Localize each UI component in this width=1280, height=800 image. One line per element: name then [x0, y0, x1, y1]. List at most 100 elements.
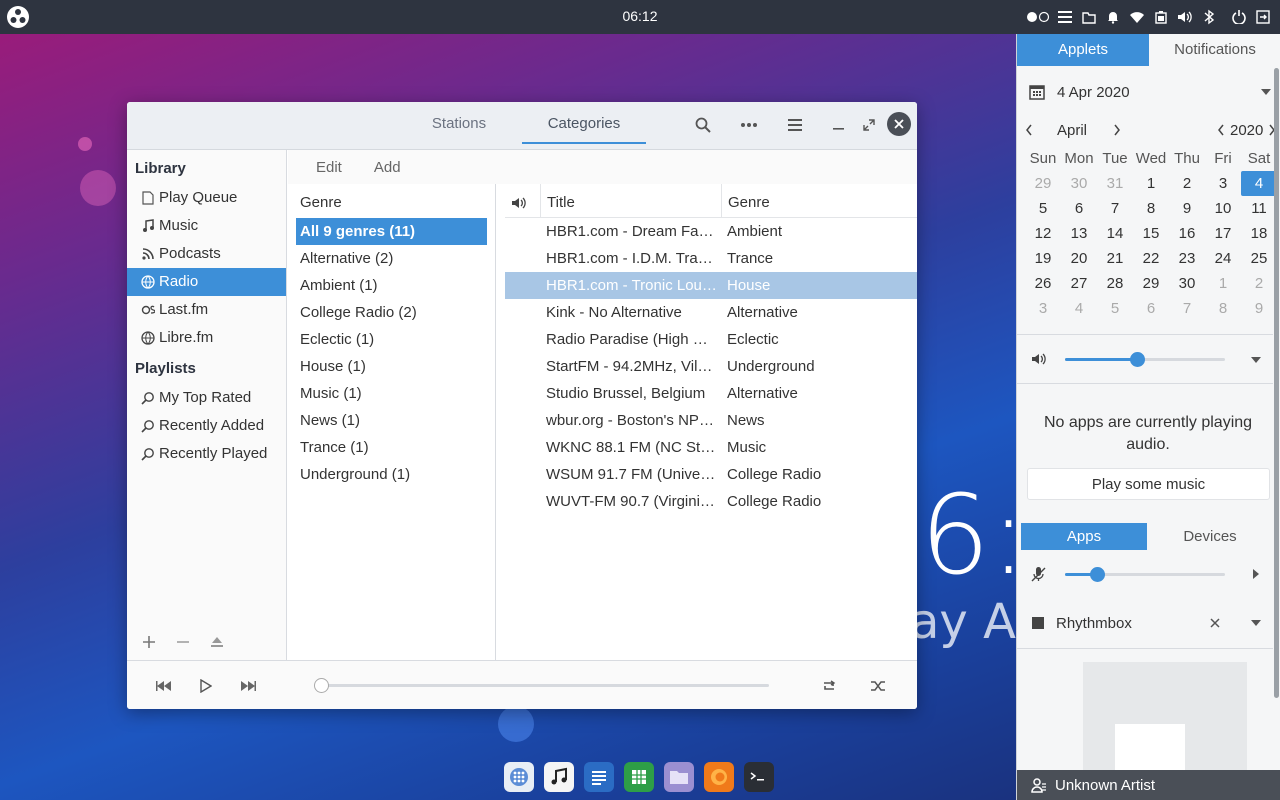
calendar-day[interactable]: 11: [1241, 196, 1277, 221]
sidebar-item-music[interactable]: Music: [127, 212, 286, 240]
tab-devices[interactable]: Devices: [1147, 523, 1273, 550]
terminal-icon[interactable]: [744, 762, 774, 792]
station-row[interactable]: Kink - No Alternative Alternative: [505, 299, 917, 326]
calendar-day[interactable]: 19: [1025, 246, 1061, 271]
genre-item[interactable]: Music (1): [296, 380, 487, 407]
files-icon[interactable]: [664, 762, 694, 792]
chevron-down-icon[interactable]: [1251, 357, 1261, 363]
calendar-day[interactable]: 5: [1097, 296, 1133, 321]
calendar-day[interactable]: 24: [1205, 246, 1241, 271]
panel-scrollbar[interactable]: [1274, 68, 1279, 698]
next-month-icon[interactable]: [1113, 124, 1121, 136]
station-row[interactable]: wbur.org - Boston's NPR News News: [505, 407, 917, 434]
microphone-muted-icon[interactable]: [1031, 566, 1047, 582]
calendar-day[interactable]: 14: [1097, 221, 1133, 246]
calendar-day[interactable]: 8: [1133, 196, 1169, 221]
calendar-day[interactable]: 5: [1025, 196, 1061, 221]
repeat-icon[interactable]: [819, 676, 839, 696]
chevron-down-icon[interactable]: [1261, 89, 1271, 95]
calendar-day[interactable]: 13: [1061, 221, 1097, 246]
calendar-day[interactable]: 23: [1169, 246, 1205, 271]
menu-logo-icon[interactable]: [6, 5, 30, 29]
date-row[interactable]: 4 Apr 2020: [1017, 72, 1273, 112]
station-row[interactable]: HBR1.com - Dream Factory Ambient: [505, 218, 917, 245]
station-row[interactable]: Studio Brussel, Belgium Alternative: [505, 380, 917, 407]
menu-lines-icon[interactable]: [1056, 8, 1074, 26]
calendar-day[interactable]: 29: [1025, 171, 1061, 196]
calendar-day[interactable]: 3: [1025, 296, 1061, 321]
calendar-day[interactable]: 10: [1205, 196, 1241, 221]
station-row[interactable]: HBR1.com - Tronic Lounge House: [505, 272, 917, 299]
stop-icon[interactable]: [1032, 617, 1044, 629]
workspace-indicator-icon[interactable]: [1026, 8, 1050, 26]
calendar-day[interactable]: 7: [1097, 196, 1133, 221]
sidebar-item-recently-played[interactable]: Recently Played: [127, 440, 286, 468]
close-icon[interactable]: [887, 112, 911, 136]
genre-column-header[interactable]: Genre: [288, 184, 495, 218]
volume-icon[interactable]: [1031, 352, 1047, 366]
sidebar-item-libre-fm[interactable]: Libre.fm: [127, 324, 286, 352]
station-row[interactable]: WUVT-FM 90.7 (Virginia Tech) College Radi…: [505, 488, 917, 515]
calendar-day[interactable]: 2: [1169, 171, 1205, 196]
tab-applets[interactable]: Applets: [1017, 34, 1149, 66]
calendar-day[interactable]: 29: [1133, 271, 1169, 296]
calendar-day[interactable]: 7: [1169, 296, 1205, 321]
calendar-day[interactable]: 18: [1241, 221, 1277, 246]
battery-icon[interactable]: [1152, 8, 1170, 26]
calendar-day[interactable]: 28: [1097, 271, 1133, 296]
volume-slider-knob[interactable]: [1130, 352, 1145, 367]
search-icon[interactable]: [692, 114, 714, 136]
play-some-music-button[interactable]: Play some music: [1027, 468, 1270, 500]
calendar-day[interactable]: 30: [1169, 271, 1205, 296]
remove-icon[interactable]: [177, 636, 189, 648]
tab-notifications[interactable]: Notifications: [1149, 34, 1280, 66]
genre-item[interactable]: All 9 genres (11): [296, 218, 487, 245]
clock[interactable]: 06:12: [600, 8, 680, 24]
calendar-day[interactable]: 20: [1061, 246, 1097, 271]
seek-knob[interactable]: [314, 678, 329, 693]
calendar-day[interactable]: 6: [1061, 196, 1097, 221]
more-options-icon[interactable]: [738, 114, 760, 136]
genre-item[interactable]: Underground (1): [296, 461, 487, 488]
genre-item[interactable]: House (1): [296, 353, 487, 380]
firefox-icon[interactable]: [704, 762, 734, 792]
calendar-day[interactable]: 3: [1205, 171, 1241, 196]
add-icon[interactable]: [143, 636, 155, 648]
genre-item[interactable]: Eclectic (1): [296, 326, 487, 353]
calendar-day[interactable]: 1: [1133, 171, 1169, 196]
folder-icon[interactable]: [1080, 8, 1098, 26]
title-column-header[interactable]: Title: [540, 184, 575, 218]
genre-item[interactable]: Ambient (1): [296, 272, 487, 299]
genre-column-header[interactable]: Genre: [721, 184, 770, 218]
tab-apps[interactable]: Apps: [1021, 523, 1147, 550]
speaker-icon[interactable]: [511, 196, 527, 212]
prev-month-icon[interactable]: [1025, 124, 1033, 136]
station-row[interactable]: HBR1.com - I.D.M. Tranceponder Trance: [505, 245, 917, 272]
previous-icon[interactable]: [154, 676, 174, 696]
logout-icon[interactable]: [1254, 8, 1272, 26]
chevron-down-icon[interactable]: [1251, 620, 1261, 626]
volume-slider[interactable]: [1065, 352, 1225, 367]
calendar-day[interactable]: 1: [1205, 271, 1241, 296]
genre-item[interactable]: College Radio (2): [296, 299, 487, 326]
calendar-day[interactable]: 21: [1097, 246, 1133, 271]
calendar-day[interactable]: 9: [1241, 296, 1277, 321]
bell-icon[interactable]: [1104, 8, 1122, 26]
shuffle-icon[interactable]: [868, 676, 888, 696]
sidebar-item-last-fm[interactable]: Last.fm: [127, 296, 286, 324]
wifi-icon[interactable]: [1128, 8, 1146, 26]
calendar-day[interactable]: 17: [1205, 221, 1241, 246]
sidebar-item-podcasts[interactable]: Podcasts: [127, 240, 286, 268]
rhythmbox-music-icon[interactable]: [544, 762, 574, 792]
text-editor-icon[interactable]: [584, 762, 614, 792]
calendar-day[interactable]: 2: [1241, 271, 1277, 296]
calendar-day[interactable]: 25: [1241, 246, 1277, 271]
genre-item[interactable]: Trance (1): [296, 434, 487, 461]
sidebar-item-radio[interactable]: Radio: [127, 268, 286, 296]
volume-icon[interactable]: [1176, 8, 1194, 26]
calendar-day[interactable]: 4: [1061, 296, 1097, 321]
app-volume-slider-knob[interactable]: [1090, 567, 1105, 582]
tab-categories[interactable]: Categories: [522, 102, 646, 144]
app-volume-slider[interactable]: [1065, 567, 1225, 582]
tab-stations[interactable]: Stations: [409, 102, 509, 144]
